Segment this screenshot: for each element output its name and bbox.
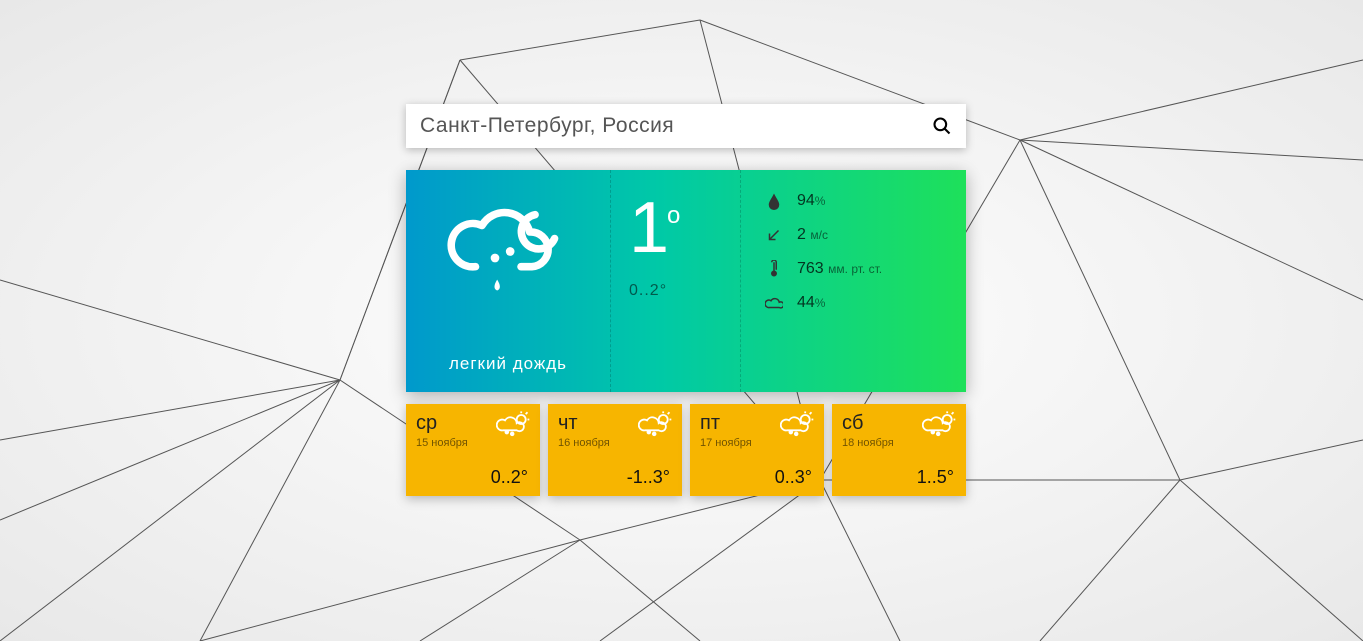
snow-sun-icon xyxy=(638,410,674,438)
forecast-card[interactable]: ср 15 ноября 0..2° xyxy=(406,404,540,496)
search-bar xyxy=(406,104,966,148)
forecast-date: 17 ноября xyxy=(700,437,814,449)
forecast-date: 15 ноября xyxy=(416,437,530,449)
forecast-row: ср 15 ноября 0..2° чт 16 ноября -1..3° п… xyxy=(406,404,966,496)
humidity-row: 94% xyxy=(765,192,966,210)
forecast-card[interactable]: чт 16 ноября -1..3° xyxy=(548,404,682,496)
snow-sun-icon xyxy=(780,410,816,438)
cloud-icon xyxy=(765,294,783,312)
pressure-row: 763 мм. рт. ст. xyxy=(765,260,966,278)
wind-row: 2 м/с xyxy=(765,226,966,244)
forecast-date: 18 ноября xyxy=(842,437,956,449)
condition-text: легкий дождь xyxy=(449,354,567,374)
forecast-temp: 0..3° xyxy=(775,467,812,488)
clouds-row: 44% xyxy=(765,294,966,312)
search-icon[interactable] xyxy=(932,116,952,136)
search-input[interactable] xyxy=(420,114,932,138)
current-range: 0..2° xyxy=(629,282,740,300)
thermometer-icon xyxy=(765,260,783,278)
snow-sun-icon xyxy=(496,410,532,438)
rain-night-icon xyxy=(443,190,573,300)
droplet-icon xyxy=(765,192,783,210)
current-temp: 1o xyxy=(629,192,740,264)
forecast-date: 16 ноября xyxy=(558,437,672,449)
snow-sun-icon xyxy=(922,410,958,438)
wind-arrow-icon xyxy=(765,226,783,244)
forecast-temp: 1..5° xyxy=(917,467,954,488)
forecast-card[interactable]: сб 18 ноября 1..5° xyxy=(832,404,966,496)
current-weather-card: легкий дождь 1o 0..2° 94% 2 м/с 763 мм. … xyxy=(406,170,966,392)
forecast-temp: -1..3° xyxy=(627,467,670,488)
forecast-temp: 0..2° xyxy=(491,467,528,488)
forecast-card[interactable]: пт 17 ноября 0..3° xyxy=(690,404,824,496)
